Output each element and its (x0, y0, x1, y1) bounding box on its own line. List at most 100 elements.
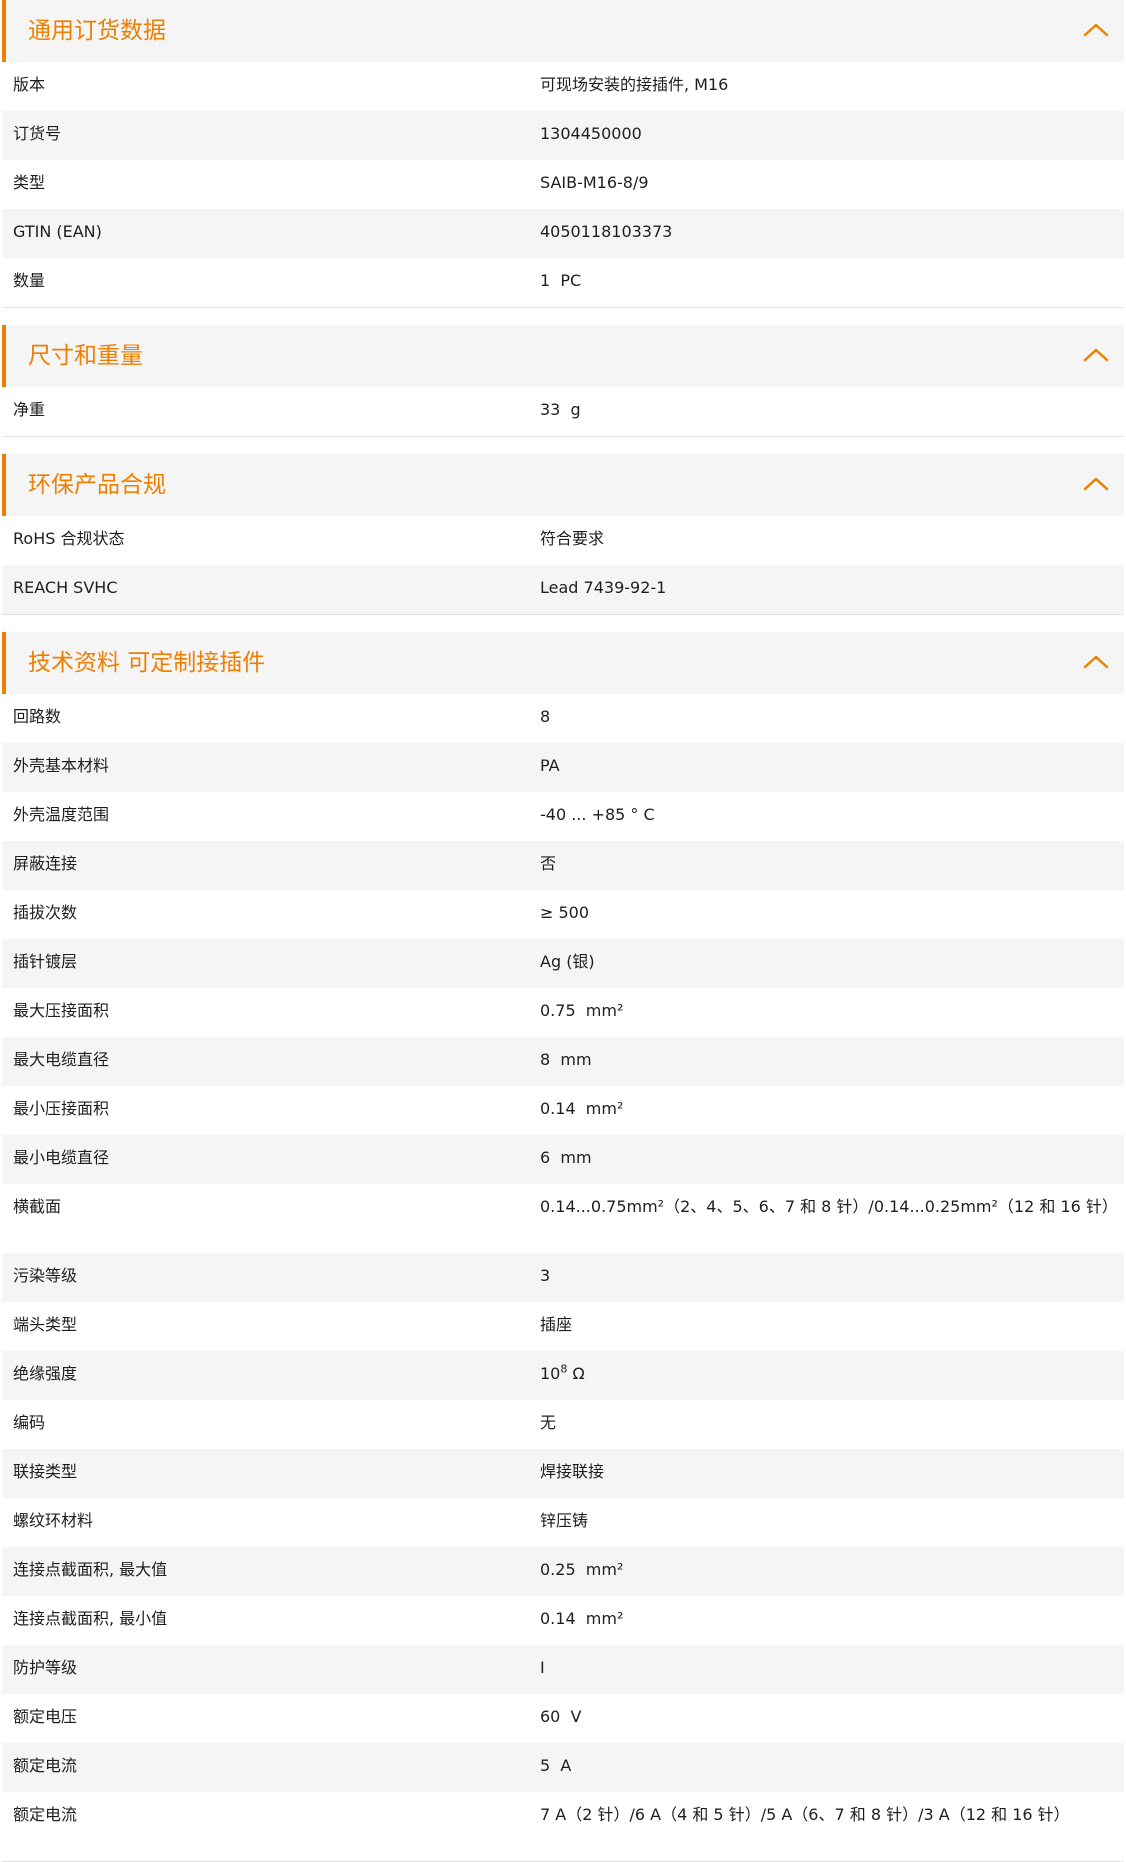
spec-row: 订货号 1304450000 (2, 111, 1124, 160)
spec-value: 8 mm (540, 1050, 592, 1069)
spec-value: 否 (540, 854, 557, 873)
spec-value: PA (540, 756, 560, 775)
spec-row: 屏蔽连接 否 (2, 841, 1124, 890)
spec-label: RoHS 合规状态 (13, 529, 125, 548)
spec-row: 额定电流 5 A (2, 1743, 1124, 1792)
spec-label: 最大电缆直径 (13, 1050, 110, 1069)
spec-row: 回路数 8 (2, 694, 1124, 743)
spec-label: REACH SVHC (13, 578, 118, 597)
spec-label: 净重 (13, 400, 46, 419)
spec-row: 横截面 0.14...0.75mm²（2、4、5、6、7 和 8 针）/0.14.… (2, 1184, 1124, 1253)
spec-label: 编码 (13, 1413, 46, 1432)
spec-row: 绝缘强度 108 Ω (2, 1351, 1124, 1400)
spec-label: 螺纹环材料 (13, 1511, 94, 1530)
spec-label: 联接类型 (13, 1462, 78, 1481)
spec-label: 污染等级 (13, 1266, 78, 1285)
spec-label: 外壳温度范围 (13, 805, 110, 824)
spec-value: 3 (540, 1266, 551, 1285)
section-title: 通用订货数据 (28, 18, 166, 44)
spec-row: 额定电流 7 A（2 针）/6 A（4 和 5 针）/5 A（6、7 和 8 针）… (2, 1792, 1124, 1861)
section-header[interactable]: 尺寸和重量 (2, 325, 1124, 387)
spec-label: 额定电流 (13, 1756, 78, 1775)
spec-value: 插座 (540, 1315, 573, 1334)
chevron-up-icon[interactable] (1082, 652, 1110, 672)
spec-label: 绝缘强度 (13, 1364, 78, 1383)
spec-label: 额定电压 (13, 1707, 78, 1726)
spec-label: 最小压接面积 (13, 1099, 110, 1118)
spec-label: 连接点截面积, 最小值 (13, 1609, 168, 1628)
data-section: 尺寸和重量净重 33 g (2, 325, 1124, 437)
spec-value: Ag (银) (540, 952, 595, 971)
spec-value: 0.25 mm² (540, 1560, 624, 1579)
spec-row: RoHS 合规状态 符合要求 (2, 516, 1124, 565)
chevron-up-icon[interactable] (1082, 20, 1110, 40)
spec-label: 防护等级 (13, 1658, 78, 1677)
spec-value: 7 A（2 针）/6 A（4 和 5 针）/5 A（6、7 和 8 针）/3 A… (540, 1805, 1070, 1824)
spec-value: 4050118103373 (540, 222, 673, 241)
spec-row: 连接点截面积, 最大值 0.25 mm² (2, 1547, 1124, 1596)
chevron-up-icon[interactable] (1082, 474, 1110, 494)
spec-value: 60 V (540, 1707, 582, 1726)
spec-value: -40 ... +85 ° C (540, 805, 655, 824)
section-title: 环保产品合规 (28, 472, 166, 498)
spec-row: 编码 无 (2, 1400, 1124, 1449)
spec-row: 最小压接面积 0.14 mm² (2, 1086, 1124, 1135)
data-section: 环保产品合规 RoHS 合规状态 符合要求 REACH SVHC Lead 7439-9… (2, 454, 1124, 615)
spec-label: 外壳基本材料 (13, 756, 110, 775)
section-header[interactable]: 环保产品合规 (2, 454, 1124, 516)
spec-label: 类型 (13, 173, 46, 192)
spec-row: 防护等级 I (2, 1645, 1124, 1694)
data-section: 技术资料 可定制接插件 回路数 8 外壳基本材料 PA 外壳温度范围 -40 ... +85… (2, 632, 1124, 1862)
spec-value: 符合要求 (540, 529, 605, 548)
spec-value: 0.14...0.75mm²（2、4、5、6、7 和 8 针）/0.14...0… (540, 1197, 1118, 1216)
spec-value: 0.14 mm² (540, 1609, 624, 1628)
spec-value: ≥ 500 (540, 903, 590, 922)
spec-row: 插针镀层 Ag (银) (2, 939, 1124, 988)
spec-row: 污染等级 3 (2, 1253, 1124, 1302)
spec-row: 最大电缆直径 8 mm (2, 1037, 1124, 1086)
section-title: 尺寸和重量 (28, 343, 143, 369)
data-section: 通用订货数据版本 可现场安装的接插件, M16 订货号 1304450000 类型 SAI… (2, 0, 1124, 308)
spec-value: 0.14 mm² (540, 1099, 624, 1118)
spec-value-base: 10 (540, 1364, 561, 1383)
spec-row: 插拔次数 ≥ 500 (2, 890, 1124, 939)
spec-label: 连接点截面积, 最大值 (13, 1560, 168, 1579)
spec-row: 最小电缆直径 6 mm (2, 1135, 1124, 1184)
spec-value: 108 Ω (540, 1364, 1124, 1383)
spec-label: 横截面 (13, 1197, 62, 1216)
spec-label: 订货号 (13, 124, 62, 143)
chevron-up-icon[interactable] (1082, 345, 1110, 365)
spec-value: 1304450000 (540, 124, 642, 143)
spec-row: 螺纹环材料 锌压铸 (2, 1498, 1124, 1547)
spec-value: 锌压铸 (540, 1511, 589, 1530)
spec-row: 联接类型 焊接联接 (2, 1449, 1124, 1498)
section-header[interactable]: 通用订货数据 (2, 0, 1124, 62)
spec-label: 数量 (13, 271, 46, 290)
spec-row: 版本 可现场安装的接插件, M16 (2, 62, 1124, 111)
spec-row: 额定电压 60 V (2, 1694, 1124, 1743)
spec-label: 最小电缆直径 (13, 1148, 110, 1167)
spec-value: SAIB-M16-8/9 (540, 173, 649, 192)
spec-row: 端头类型 插座 (2, 1302, 1124, 1351)
spec-value-unit: Ω (567, 1364, 585, 1383)
spec-label: 端头类型 (13, 1315, 78, 1334)
spec-label: 插拔次数 (13, 903, 78, 922)
spec-label: GTIN (EAN) (13, 222, 102, 241)
spec-value: 1 PC (540, 271, 582, 290)
spec-row: 类型 SAIB-M16-8/9 (2, 160, 1124, 209)
spec-label: 最大压接面积 (13, 1001, 110, 1020)
spec-label: 回路数 (13, 707, 62, 726)
spec-row: 净重 33 g (2, 387, 1124, 436)
spec-row: 外壳温度范围 -40 ... +85 ° C (2, 792, 1124, 841)
spec-row: REACH SVHC Lead 7439-92-1 (2, 565, 1124, 614)
spec-row: 数量 1 PC (2, 258, 1124, 307)
product-data-page: 通用订货数据版本 可现场安装的接插件, M16 订货号 1304450000 类型 SAI… (0, 0, 1126, 1862)
spec-row: 连接点截面积, 最小值 0.14 mm² (2, 1596, 1124, 1645)
spec-label: 版本 (13, 75, 46, 94)
section-header[interactable]: 技术资料 可定制接插件 (2, 632, 1124, 694)
spec-label: 屏蔽连接 (13, 854, 78, 873)
spec-value: 无 (540, 1413, 557, 1432)
spec-row: 最大压接面积 0.75 mm² (2, 988, 1124, 1037)
spec-row: GTIN (EAN) 4050118103373 (2, 209, 1124, 258)
spec-value: I (540, 1658, 545, 1677)
